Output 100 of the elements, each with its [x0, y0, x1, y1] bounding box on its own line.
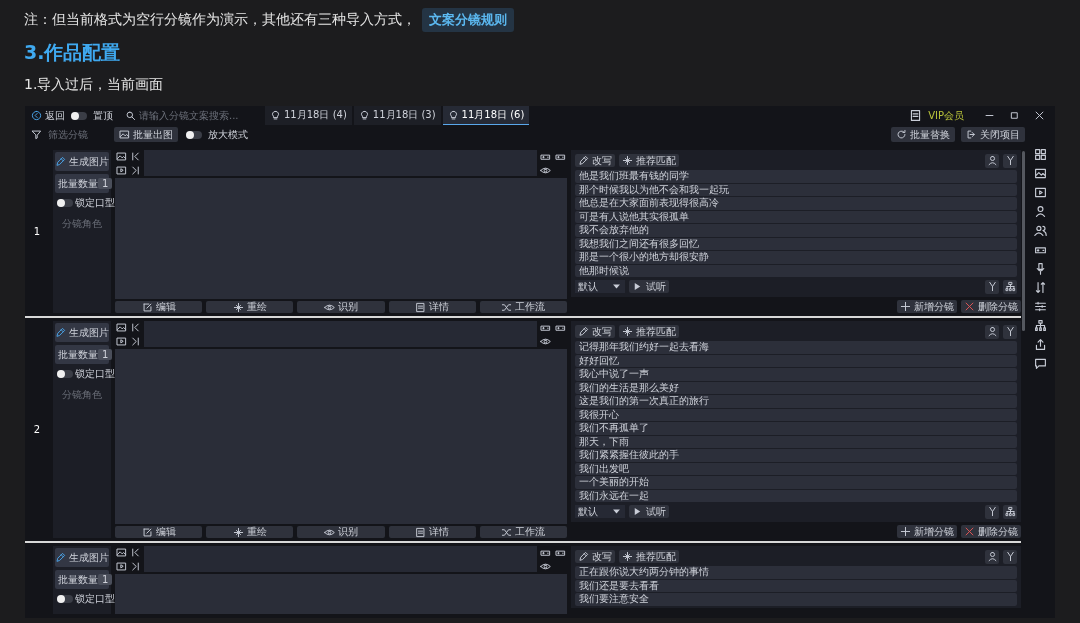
bulb-icon: [358, 109, 370, 121]
action-button[interactable]: 工作流: [479, 301, 567, 313]
chat-tool-button[interactable]: [1033, 356, 1047, 370]
count-control[interactable]: 批量数量 1: [55, 174, 109, 193]
shuffle-icon: [501, 301, 513, 313]
search-icon: [125, 110, 136, 121]
action-button[interactable]: 工作流: [479, 526, 567, 538]
action-button[interactable]: 编辑: [115, 526, 203, 538]
add-shot-button[interactable]: 新增分镜: [897, 300, 957, 313]
voice-select[interactable]: 默认: [575, 505, 625, 518]
match-button[interactable]: 推荐匹配: [619, 325, 679, 338]
match-button[interactable]: 推荐匹配: [619, 550, 679, 563]
action-button[interactable]: 识别: [297, 526, 385, 538]
split-button[interactable]: [985, 549, 999, 564]
chat-icon: [1033, 356, 1047, 370]
match-button[interactable]: 推荐匹配: [619, 154, 679, 167]
eye-icon: [324, 526, 335, 538]
rules-link[interactable]: 文案分镜规则: [422, 8, 514, 32]
tab[interactable]: 11月18日 (6): [442, 106, 530, 125]
delete-shot-button[interactable]: 删除分镜: [961, 525, 1021, 538]
tab[interactable]: 11月18日 (3): [353, 106, 441, 125]
person-tool-button[interactable]: [1033, 204, 1047, 218]
generate-button[interactable]: 生成图片: [55, 548, 109, 567]
toggle-switch[interactable]: [57, 370, 73, 378]
people-tool-button[interactable]: [1033, 223, 1047, 237]
fork-button[interactable]: [1003, 153, 1017, 168]
sliders-tool-button[interactable]: [1033, 299, 1047, 313]
share-icon: [1033, 337, 1047, 351]
previous-icon: [130, 151, 141, 162]
count-control[interactable]: 批量数量 1: [55, 570, 109, 589]
eye-icon: [540, 165, 551, 176]
toggle-label: 锁定口型: [75, 196, 115, 210]
toggle-label: 置顶: [93, 108, 113, 123]
fork-button[interactable]: [1003, 549, 1017, 564]
bulb-icon: [447, 109, 459, 121]
document-icon: [909, 109, 923, 122]
toggle-switch[interactable]: [57, 199, 73, 207]
merge-button[interactable]: [1003, 504, 1017, 519]
scrollbar[interactable]: [1022, 151, 1025, 331]
gamepad-icon: [555, 151, 566, 162]
delete-shot-button[interactable]: 删除分镜: [961, 300, 1021, 313]
video-tool-button[interactable]: [1033, 185, 1047, 199]
voice-select[interactable]: 默认: [575, 280, 625, 293]
sparkle-icon: [622, 551, 633, 562]
count-control[interactable]: 批量数量 1: [55, 345, 109, 364]
caret-icon: [611, 281, 622, 292]
add-shot-button[interactable]: 新增分镜: [897, 525, 957, 538]
merge-button[interactable]: [1003, 279, 1017, 294]
share-tool-button[interactable]: [1033, 337, 1047, 351]
preview-button[interactable]: 试听: [629, 505, 669, 518]
action-button[interactable]: 详情: [388, 526, 476, 538]
fork-button[interactable]: [985, 279, 999, 294]
split-button[interactable]: [985, 324, 999, 339]
rewrite-button[interactable]: 改写: [575, 154, 615, 167]
close-project-button[interactable]: 关闭项目: [961, 127, 1025, 142]
rewrite-button[interactable]: 改写: [575, 550, 615, 563]
sparkle-icon: [622, 326, 633, 337]
toggle-switch[interactable]: [57, 595, 73, 603]
delete-icon: [964, 526, 975, 537]
step-text: 1.导入过后，当前画面: [24, 76, 165, 94]
eye-icon: [324, 301, 335, 313]
split-button[interactable]: [985, 153, 999, 168]
sitemap-tool-button[interactable]: [1033, 318, 1047, 332]
document-icon: [415, 301, 427, 313]
action-button[interactable]: 重绘: [206, 526, 294, 538]
generate-button[interactable]: 生成图片: [55, 152, 109, 171]
gamepad-icon: [540, 547, 551, 558]
prompt-field[interactable]: [144, 321, 537, 347]
fork-icon: [1004, 551, 1016, 562]
replace-button[interactable]: 批量替换: [891, 127, 955, 142]
image-icon: [1033, 166, 1047, 180]
search-field[interactable]: 请输入分镜文案搜索...: [125, 110, 255, 121]
prompt-field[interactable]: [144, 150, 537, 176]
toggle-switch[interactable]: [71, 111, 87, 120]
action-button[interactable]: 识别: [297, 301, 385, 313]
shot-number: 1: [33, 226, 41, 237]
action-button[interactable]: 编辑: [115, 301, 203, 313]
sort-tool-button[interactable]: [1033, 280, 1047, 294]
grid-tool-button[interactable]: [1033, 147, 1047, 161]
bulb-icon: [270, 109, 281, 121]
vip-label[interactable]: VIP会员: [928, 108, 964, 123]
rewrite-button[interactable]: 改写: [575, 325, 615, 338]
prompt-field[interactable]: [144, 546, 537, 572]
note-text: 注：但当前格式为空行分镜作为演示，其他还有三种导入方式，: [24, 11, 416, 29]
tab[interactable]: 11月18日 (4): [265, 106, 352, 125]
back-button[interactable]: 返回: [31, 108, 65, 123]
fork-button[interactable]: [1003, 324, 1017, 339]
image-tool-button[interactable]: [1033, 166, 1047, 180]
generate-button[interactable]: 生成图片: [55, 323, 109, 342]
toggle-switch[interactable]: [186, 130, 202, 139]
filter-label[interactable]: 筛选分镜: [48, 127, 88, 142]
pencil-icon: [578, 551, 589, 562]
preview-button[interactable]: 试听: [629, 280, 669, 293]
action-button[interactable]: 详情: [388, 301, 476, 313]
fork-button[interactable]: [985, 504, 999, 519]
image-icon: [116, 322, 127, 333]
play-icon: [632, 506, 643, 517]
batch-button[interactable]: 批量出图: [114, 127, 178, 142]
action-button[interactable]: 重绘: [206, 301, 294, 313]
toggle-label: 锁定口型: [75, 592, 115, 606]
